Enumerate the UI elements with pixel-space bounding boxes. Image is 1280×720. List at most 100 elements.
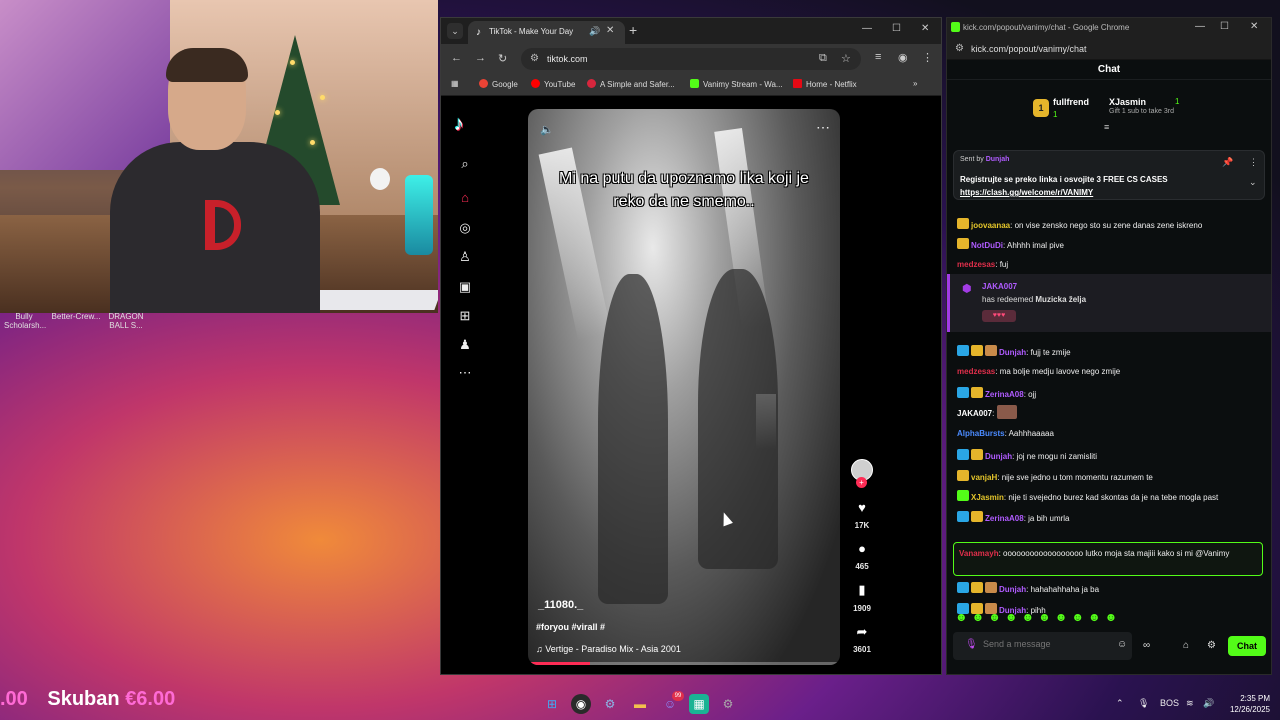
chat-username[interactable]: JAKA007 (957, 409, 992, 418)
chat-message[interactable]: Dunjah: fujj te zmije (957, 345, 1265, 359)
chat-message[interactable]: ZerinaA08: ja bih umrla (957, 511, 1265, 525)
chat-username[interactable]: XJasmin (971, 493, 1004, 502)
chat-username[interactable]: AlphaBursts (957, 429, 1005, 438)
shortcut-label[interactable]: Better-Crew... (50, 312, 102, 321)
chat-message[interactable]: Dunjah: joj ne mogu ni zamisliti (957, 449, 1265, 463)
apps-grid-icon[interactable]: ▦ (451, 79, 459, 88)
forward-icon[interactable]: → (475, 52, 486, 64)
chat-username[interactable]: vanjaH (971, 473, 997, 482)
chat-username[interactable]: Dunjah (985, 452, 1012, 461)
more-icon[interactable]: ⋯ (456, 364, 474, 382)
kick-points-icon[interactable]: ∞ (1143, 640, 1150, 651)
settings-icon[interactable]: ⚙ (1207, 640, 1216, 651)
chat-message[interactable]: medzesas: fuj (957, 259, 1265, 270)
chat-username[interactable]: medzesas (957, 367, 995, 376)
chat-username[interactable]: ZerinaA08 (985, 390, 1024, 399)
video-music[interactable]: ♫ Vertige - Paradiso Mix - Asia 2001 (536, 644, 681, 654)
chat-message[interactable]: NotDuDi: Ahhhh imal pive (957, 238, 1265, 252)
minimize-icon[interactable]: — (1195, 21, 1205, 32)
share-arrow-icon[interactable]: ➦ (851, 621, 873, 643)
windows-start-icon[interactable]: ⊞ (542, 694, 562, 714)
chat-message[interactable]: vanjaH: nije sve jedno u tom momentu raz… (957, 470, 1265, 484)
shortcut-label[interactable]: DRAGON BALL S... (108, 312, 144, 330)
chat-message[interactable]: JAKA007: (957, 405, 1265, 421)
menu-icon[interactable]: ⋮ (922, 51, 933, 64)
maximize-icon[interactable]: ☐ (892, 23, 901, 34)
chat-username[interactable]: Dunjah (999, 348, 1026, 357)
app-icon[interactable]: ▦ (689, 694, 709, 714)
bookmark-youtube[interactable]: YouTube (531, 79, 575, 89)
steam-icon[interactable]: ⚙ (600, 694, 620, 714)
tray-microphone-icon[interactable]: 🎙 (1138, 698, 1149, 709)
comment-icon[interactable]: ● (851, 538, 873, 560)
chat-message[interactable]: Dunjah: hahahahhaha ja ba (957, 582, 1265, 596)
redeem-user[interactable]: JAKA007 (982, 282, 1017, 291)
chat-username[interactable]: Vanamayh (959, 549, 999, 558)
chat-username[interactable]: ZerinaA08 (985, 514, 1024, 523)
new-tab-button[interactable]: + (629, 22, 637, 38)
chat-username[interactable]: NotDuDi (971, 241, 1003, 250)
upload-icon[interactable]: ⊞ (456, 307, 474, 325)
chat-username[interactable]: medzesas (957, 260, 995, 269)
chat-username[interactable]: Dunjah (999, 585, 1026, 594)
media-controls-icon[interactable]: ≡ (875, 51, 881, 63)
home-icon[interactable]: ⌂ (456, 189, 474, 207)
system-clock[interactable]: 2:35 PM 12/26/2025 (1222, 693, 1270, 715)
send-chat-button[interactable]: Chat (1228, 636, 1266, 656)
chrome-icon[interactable]: ◉ (571, 694, 591, 714)
message-input-box[interactable]: 🎙 ☺ (953, 632, 1132, 660)
pinned-sender-name[interactable]: Dunjah (986, 156, 1010, 163)
explore-icon[interactable]: ◎ (456, 219, 474, 237)
bookmark-icon[interactable]: ▮ (851, 579, 873, 601)
chat-message[interactable]: XJasmin: nije ti svejedno burez kad skon… (957, 490, 1265, 504)
chat-message[interactable]: joovaanaa: on vise zensko nego sto su ze… (957, 218, 1265, 232)
microphone-icon[interactable]: 🎙 (965, 639, 978, 650)
gifter-name[interactable]: fullfrend (1053, 97, 1089, 107)
close-tab-icon[interactable]: ✕ (606, 25, 614, 36)
follow-plus-icon[interactable]: + (856, 477, 867, 488)
profile-icon[interactable]: ♟ (456, 336, 474, 354)
tray-chevron-up-icon[interactable]: ⌃ (1116, 698, 1124, 709)
install-app-icon[interactable]: ⧉ (819, 52, 827, 65)
chat-message[interactable]: medzesas: ma bolje medju lavove nego zmi… (957, 366, 1265, 377)
back-icon[interactable]: ← (451, 52, 462, 64)
bookmark-simple-safer[interactable]: A Simple and Safer... (587, 79, 675, 89)
gift-icon[interactable]: ⌂ (1183, 640, 1189, 651)
emoji-icon[interactable]: ☺ (1117, 639, 1127, 650)
pin-icon[interactable]: 📌 (1222, 157, 1233, 168)
search-icon[interactable]: ⌕ (456, 155, 474, 173)
video-more-icon[interactable]: ⋯ (816, 119, 830, 136)
bookmark-google[interactable]: Google (479, 79, 518, 89)
video-hashtags[interactable]: #foryou #virall # (536, 622, 605, 632)
file-explorer-icon[interactable]: ▬ (630, 694, 650, 714)
gift-prompt[interactable]: Gift 1 sub to take 3rd (1109, 108, 1174, 115)
address-bar[interactable]: ⚙ tiktok.com ⧉ ☆ (521, 48, 861, 70)
bookmark-netflix[interactable]: Home - Netflix (793, 79, 857, 89)
reload-icon[interactable]: ↻ (498, 52, 507, 65)
chat-message[interactable]: ZerinaA08: ojj (957, 387, 1265, 401)
shortcut-label[interactable]: Bully Scholarsh... (4, 312, 46, 330)
maximize-icon[interactable]: ☐ (1220, 21, 1229, 32)
profile-icon[interactable]: ◉ (898, 51, 908, 64)
chat-url-bar[interactable]: ⚙ kick.com/popout/vanimy/chat (947, 38, 1271, 60)
video-author[interactable]: _11080._ (538, 599, 583, 611)
following-icon[interactable]: ♙ (456, 248, 474, 266)
video-player[interactable]: 🔈 ⋯ Mi na putu da upoznamo lika koji je … (528, 109, 840, 665)
chat-message[interactable]: AlphaBursts: Aahhhaaaaa (957, 428, 1265, 439)
volume-icon[interactable]: 🔊 (1203, 698, 1214, 709)
message-input[interactable] (983, 639, 1103, 649)
gifter-name[interactable]: XJasmin (1109, 97, 1146, 107)
bookmark-vanimy-stream[interactable]: Vanimy Stream - Wa... (690, 79, 783, 89)
live-icon[interactable]: ▣ (456, 278, 474, 296)
wifi-icon[interactable]: ≋ (1186, 698, 1194, 709)
video-progress-bar[interactable] (528, 662, 840, 665)
quick-emote-bar[interactable]: ☻☻☻☻☻☻☻☻☻☻ (955, 610, 1121, 624)
highlighted-message[interactable]: Vanamayh: oooooooooooooooooo lutko moja … (953, 542, 1263, 576)
more-bookmarks-icon[interactable]: » (913, 79, 917, 88)
close-window-icon[interactable]: ✕ (921, 23, 929, 34)
minimize-icon[interactable]: — (862, 23, 872, 34)
mute-icon[interactable]: 🔈 (540, 123, 554, 136)
pinned-more-icon[interactable]: ⋮ (1249, 157, 1258, 168)
pinned-link[interactable]: https://clash.gg/welcome/r/VANIMY (960, 188, 1093, 197)
tab-tiktok[interactable]: ♪ TikTok - Make Your Day 🔊 ✕ (468, 21, 625, 44)
